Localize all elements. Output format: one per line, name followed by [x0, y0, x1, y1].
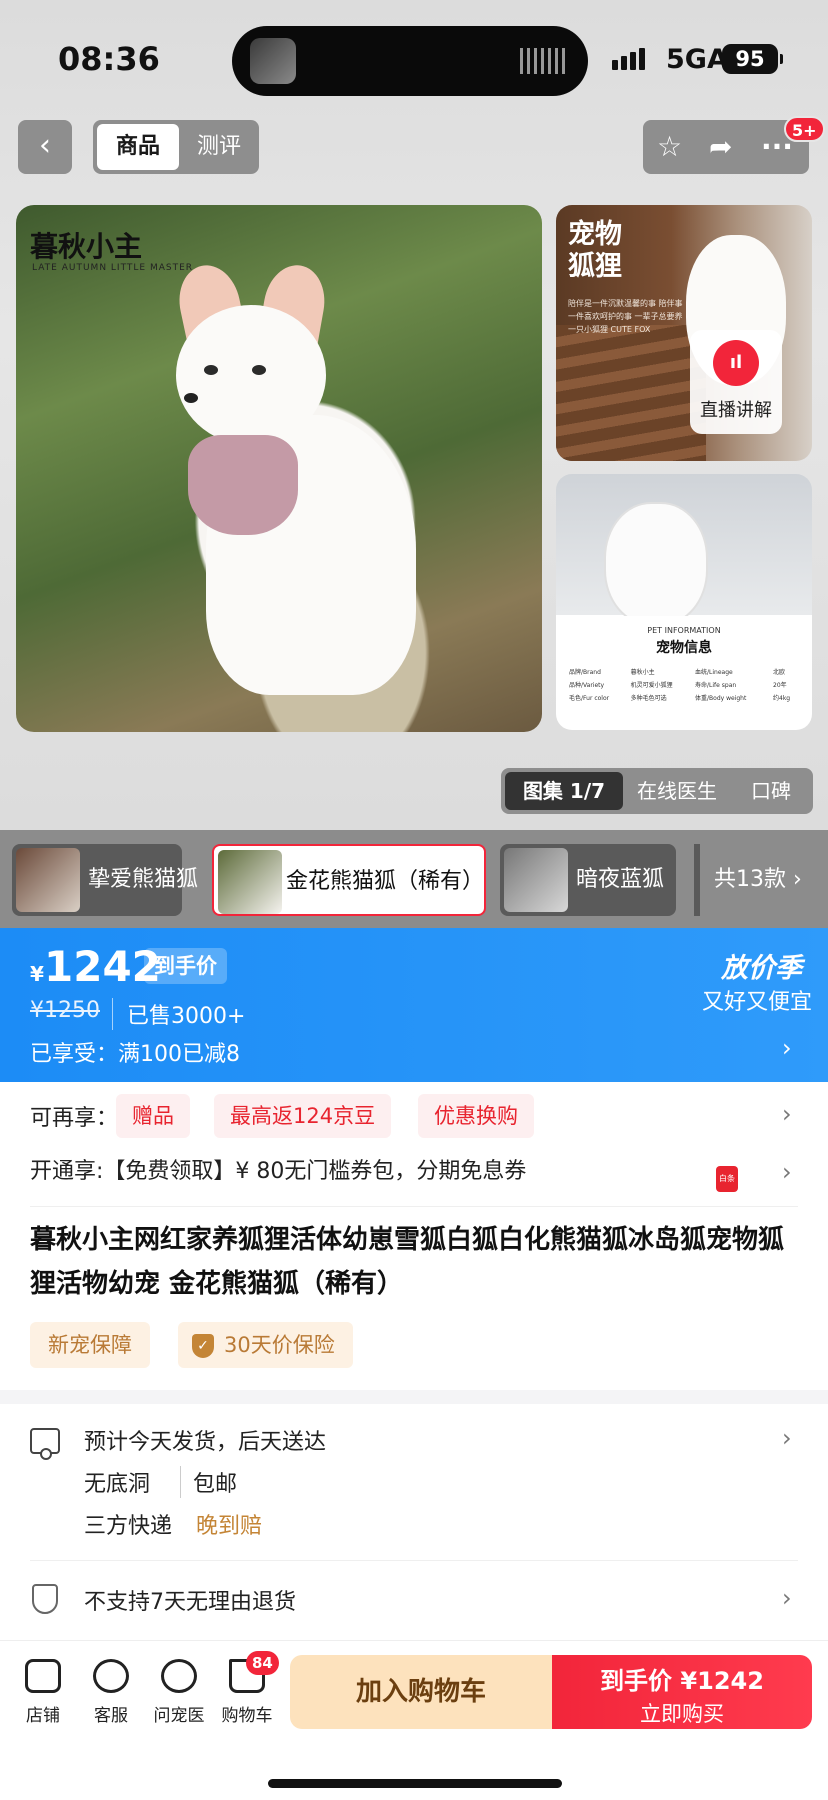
chat-smile-icon — [93, 1659, 129, 1693]
free-shipping-tag: 包邮 — [180, 1466, 237, 1498]
membership-benefit-text: 开通享:【免费领取】¥ 80无门槛券包，分期免息券 — [30, 1159, 527, 1184]
chevron-right-icon: › — [782, 1158, 792, 1186]
variant-thumb — [218, 850, 282, 914]
signal-icon — [612, 48, 648, 70]
all-variants-button[interactable]: 共13款 › — [694, 844, 828, 916]
variant-option[interactable]: 暗夜蓝狐 — [500, 844, 676, 916]
sold-count: 已售3000+ — [112, 998, 245, 1030]
star-icon[interactable]: ☆ — [657, 130, 682, 164]
product-info-card: 可再享： 赠品 最高返124京豆 优惠换购 › 开通享:【免费领取】¥ 80无门… — [0, 1082, 828, 1390]
live-icon: ıl — [713, 340, 759, 386]
benefit-chip[interactable]: 优惠换购 — [418, 1094, 534, 1138]
membership-benefit-row[interactable]: 开通享:【免费领取】¥ 80无门槛券包，分期免息券 › — [30, 1150, 810, 1194]
image-brand-title: 暮秋小主 — [30, 230, 143, 263]
benefits-label: 可再享： — [30, 1106, 119, 1131]
tab-gallery[interactable]: 图集 1/7 — [505, 772, 623, 810]
buy-now-button[interactable]: 到手价 ¥1242 立即购买 — [552, 1655, 812, 1729]
live-label: 直播讲解 — [700, 400, 772, 421]
divider — [30, 1206, 798, 1207]
chevron-right-icon: › — [782, 1584, 792, 1612]
clock: 08:36 — [58, 40, 160, 78]
baitiao-icon: 白条 — [716, 1166, 738, 1192]
tab-online-doctor[interactable]: 在线医生 — [637, 772, 717, 810]
new-pet-guarantee-tag[interactable]: 新宠保障 — [30, 1322, 150, 1368]
tab-reputation[interactable]: 口碑 — [751, 772, 791, 810]
chevron-right-icon: › — [782, 1424, 792, 1452]
live-explain-button[interactable]: ıl 直播讲解 — [690, 330, 782, 434]
original-price: ¥1250 — [30, 998, 100, 1023]
network-type: 5GA — [666, 44, 728, 75]
battery-level: 95 — [722, 44, 783, 74]
image-brand-subtitle: LATE AUTUMN LITTLE MASTER — [32, 263, 194, 273]
variant-thumb — [504, 848, 568, 912]
thumb-title: 宠物 狐狸 — [568, 219, 622, 282]
doctor-icon — [161, 1659, 197, 1693]
origin-tag: 无底洞 — [84, 1472, 151, 1497]
price-insurance-tag[interactable]: ✓ 30天价保险 — [178, 1322, 353, 1368]
shipping-card: 预计今天发货，后天送达 › 无底洞 包邮 三方快递 晚到赔 不支持7天无理由退货… — [0, 1404, 828, 1640]
variant-thumb — [16, 848, 80, 912]
dynamic-island[interactable] — [232, 26, 588, 96]
store-icon — [25, 1659, 61, 1693]
divider — [30, 1560, 798, 1561]
gallery-tabs: 图集 1/7 在线医生 口碑 — [501, 768, 813, 814]
pet-info-table: 品牌/Brand 暮秋小主 血统/Lineage 北欧 品种/Variety 机灵可爱… — [569, 669, 791, 702]
pet-doctor-button[interactable]: 问宠医 — [144, 1659, 214, 1726]
arctic-fox-photo — [606, 504, 706, 624]
delivery-estimate[interactable]: 预计今天发货，后天送达 — [84, 1424, 326, 1456]
product-title: 暮秋小主网红家养狐狸活体幼崽雪狐白狐白化熊猫狐冰岛狐宠物狐狸活物幼宠 金花熊猫狐… — [30, 1225, 785, 1299]
thumb-caption: 陪伴是一件沉默温馨的事 陪伴事一件喜欢呵护的事 一辈子总要养一只小狐狸 CUTE… — [568, 299, 683, 334]
truck-icon — [30, 1428, 60, 1460]
chevron-right-icon: › — [782, 1100, 792, 1128]
cart-count-badge: 84 — [246, 1651, 279, 1675]
benefit-chip[interactable]: 赠品 — [116, 1094, 190, 1138]
tab-product[interactable]: 商品 — [97, 124, 179, 170]
currency-symbol: ¥ — [30, 962, 44, 986]
variant-option-selected[interactable]: 金花熊猫狐（稀有） — [212, 844, 486, 916]
variant-option[interactable]: 挚爱熊猫狐 — [12, 844, 198, 916]
store-button[interactable]: 店铺 — [8, 1659, 78, 1726]
promo-applied: 已享受：满100已减8 — [30, 1042, 240, 1067]
share-icon[interactable]: ➦ — [709, 130, 732, 164]
benefit-chip[interactable]: 最高返124京豆 — [214, 1094, 392, 1138]
now-playing-thumb — [250, 38, 296, 84]
chevron-left-icon: ‹ — [39, 128, 51, 163]
buy-price: 到手价 ¥1242 — [600, 1667, 764, 1695]
top-nav: ‹ 商品 测评 ☆ ➦ ··· 5+ — [0, 116, 828, 176]
main-product-image[interactable]: 暮秋小主 LATE AUTUMN LITTLE MASTER — [16, 205, 542, 732]
tab-review[interactable]: 测评 — [185, 124, 253, 170]
shield-icon — [32, 1584, 58, 1614]
campaign-subtitle: 又好又便宜 — [701, 990, 812, 1015]
campaign-title: 放价季 — [721, 953, 802, 984]
pet-info-card: PET INFORMATION 宠物信息 品牌/Brand 暮秋小主 血统/Lin… — [562, 616, 806, 726]
bottom-action-bar: 店铺 客服 问宠医 购物车 84 加入购物车 到手价 ¥1242 立即购买 — [0, 1640, 828, 1800]
page-tabs: 商品 测评 — [93, 120, 259, 174]
product-gallery: 08:36 5GA 95 ‹ 商品 测评 ☆ ➦ ··· 5+ 暮秋小主 LAT… — [0, 0, 828, 830]
chevron-right-icon: › — [782, 1034, 792, 1062]
return-policy[interactable]: 不支持7天无理由退货 — [84, 1584, 296, 1616]
price-band[interactable]: ¥ 1242 到手价 ¥1250 已售3000+ 已享受：满100已减8 › 放… — [0, 928, 828, 1082]
late-compensation-tag: 晚到赔 — [196, 1514, 263, 1539]
variant-strip: 挚爱熊猫狐 金花熊猫狐（稀有） 暗夜蓝狐 共13款 › — [0, 830, 828, 928]
courier-tag: 三方快递 — [84, 1514, 173, 1539]
back-button[interactable]: ‹ — [18, 120, 72, 174]
buy-now-label: 立即购买 — [640, 1702, 724, 1726]
extra-benefits-row[interactable]: 可再享： 赠品 最高返124京豆 优惠换购 › — [30, 1092, 810, 1138]
home-indicator[interactable] — [268, 1779, 562, 1788]
status-bar: 08:36 5GA 95 — [0, 0, 828, 120]
customer-service-button[interactable]: 客服 — [76, 1659, 146, 1726]
gallery-thumb-pet-info[interactable]: PET INFORMATION 宠物信息 品牌/Brand 暮秋小主 血统/Lin… — [556, 474, 812, 730]
final-price-tag: 到手价 — [144, 948, 227, 984]
fox-illustration — [172, 259, 426, 695]
shield-check-icon: ✓ — [192, 1334, 214, 1358]
message-badge: 5+ — [784, 116, 825, 142]
audio-wave-icon — [520, 48, 566, 74]
add-to-cart-button[interactable]: 加入购物车 — [290, 1655, 552, 1729]
